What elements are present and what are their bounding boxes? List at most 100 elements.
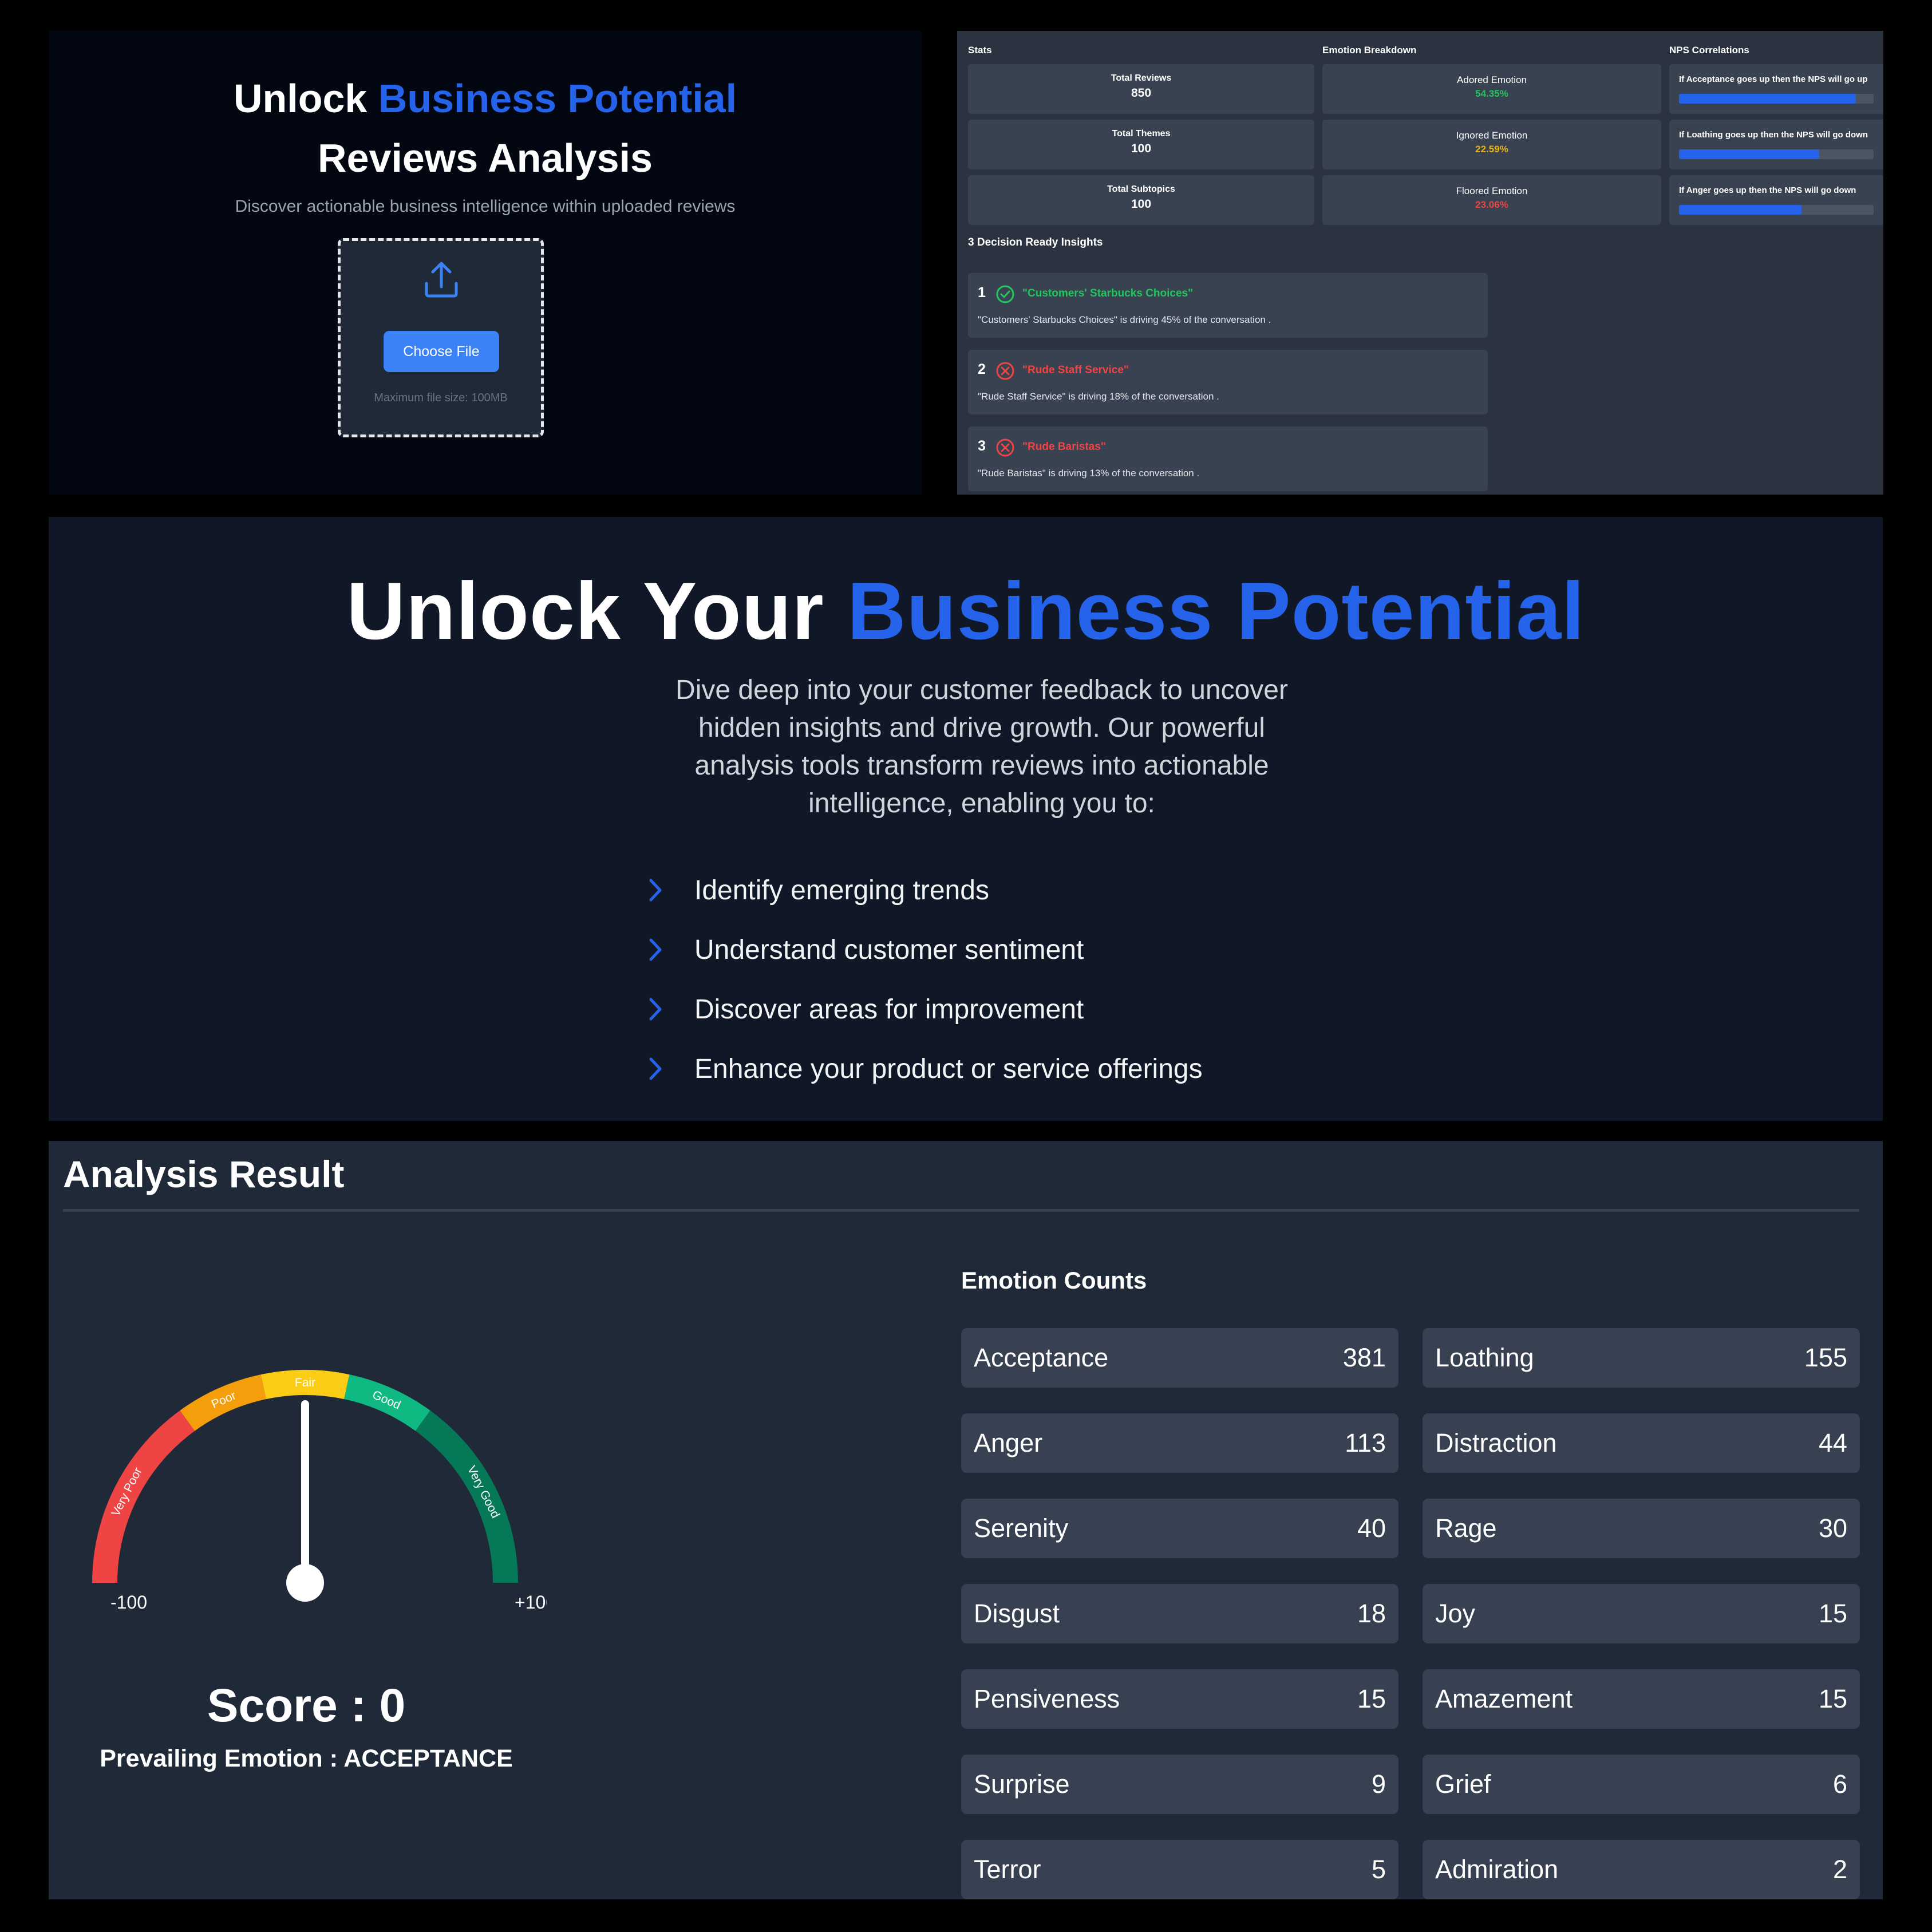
insight-card[interactable]: 3 "Rude Baristas" "Rude Baristas" is dri… — [968, 426, 1488, 491]
max-file-size-text: Maximum file size: 100MB — [374, 392, 508, 404]
nps-card-anger: If Anger goes up then the NPS will go do… — [1669, 175, 1883, 225]
score-text: Score : 0 — [207, 1680, 406, 1732]
hero-paragraph-line: analysis tools transform reviews into ac… — [694, 750, 1269, 781]
stats-heading: Stats — [968, 45, 992, 56]
insight-description: "Customers' Starbucks Choices" is drivin… — [978, 314, 1271, 325]
hero-paragraph: Dive deep into your customer feedback to… — [581, 671, 1382, 823]
emotion-name: Acceptance — [974, 1343, 1109, 1372]
dashboard-panel: Stats Emotion Breakdown NPS Correlations… — [957, 31, 1883, 495]
emotion-count: 15 — [1357, 1684, 1386, 1713]
emotion-count-row: Anger 113 — [961, 1413, 1398, 1473]
score-gauge: Very PoorPoorFairGoodVery Good -100 +100 — [92, 1370, 547, 1613]
emotion-count-row: Joy 15 — [1423, 1584, 1860, 1643]
emotion-count: 18 — [1357, 1599, 1386, 1628]
emotion-name: Anger — [974, 1428, 1043, 1457]
emotion-label: Ignored Emotion — [1456, 130, 1528, 141]
nps-card-loathing: If Loathing goes up then the NPS will go… — [1669, 120, 1883, 169]
upload-panel: Unlock Business Potential Reviews Analys… — [49, 31, 922, 495]
nps-progress-fill — [1679, 94, 1856, 104]
x-circle-icon — [996, 362, 1014, 380]
hero-paragraph-line: Dive deep into your customer feedback to… — [675, 675, 1288, 705]
nps-label: If Anger goes up then the NPS will go do… — [1679, 185, 1856, 195]
emotion-name: Admiration — [1435, 1855, 1559, 1884]
choose-file-button[interactable]: Choose File — [384, 331, 499, 372]
insight-card[interactable]: 1 "Customers' Starbucks Choices" "Custom… — [968, 273, 1488, 338]
nps-label: If Acceptance goes up then the NPS will … — [1679, 74, 1868, 84]
emotion-count: 15 — [1818, 1599, 1847, 1628]
emotion-name: Loathing — [1435, 1343, 1534, 1372]
emotion-card-ignored: Ignored Emotion 22.59% — [1322, 120, 1661, 169]
insight-title: "Rude Baristas" — [1022, 441, 1106, 453]
emotion-name: Surprise — [974, 1769, 1070, 1799]
bullet-text: Identify emerging trends — [694, 875, 989, 906]
emotion-count-row: Pensiveness 15 — [961, 1669, 1398, 1729]
emotion-count: 155 — [1804, 1343, 1847, 1372]
emotion-breakdown-heading: Emotion Breakdown — [1322, 45, 1417, 56]
stat-label: Total Reviews — [1111, 73, 1172, 83]
emotion-count: 9 — [1371, 1769, 1386, 1799]
chevron-right-icon — [649, 938, 662, 961]
hero-title: Unlock Your Business Potential — [49, 563, 1883, 660]
emotion-count-row: Grief 6 — [1423, 1755, 1860, 1814]
emotion-count-row: Rage 30 — [1423, 1499, 1860, 1558]
list-item: Enhance your product or service offering… — [644, 1039, 1203, 1099]
nps-progress-bar — [1679, 149, 1874, 159]
nps-progress-bar — [1679, 205, 1874, 215]
insight-number: 2 — [978, 361, 986, 377]
emotion-count: 44 — [1818, 1428, 1847, 1457]
chevron-right-icon — [649, 998, 662, 1021]
bullet-text: Discover areas for improvement — [694, 994, 1084, 1025]
upload-title: Unlock Business Potential — [49, 70, 922, 127]
emotion-name: Serenity — [974, 1514, 1069, 1543]
stat-value: 100 — [1131, 197, 1152, 211]
stat-value: 100 — [1131, 142, 1152, 155]
nps-label: If Loathing goes up then the NPS will go… — [1679, 130, 1868, 140]
list-item: Identify emerging trends — [644, 860, 1203, 920]
emotion-count-row: Disgust 18 — [961, 1584, 1398, 1643]
upload-title-line2: Reviews Analysis — [318, 136, 653, 180]
analysis-result-panel: Analysis Result Very Poor Poor Fair Good Ver… — [49, 1141, 1883, 1899]
emotion-card-adored: Adored Emotion 54.35% — [1322, 64, 1661, 114]
divider — [63, 1209, 1859, 1212]
nps-correlations-heading: NPS Correlations — [1669, 45, 1749, 56]
page-title: Analysis Result — [63, 1153, 345, 1195]
emotion-count: 113 — [1345, 1428, 1386, 1457]
emotion-count: 5 — [1371, 1855, 1386, 1884]
emotion-card-floored: Floored Emotion 23.06% — [1322, 175, 1661, 225]
emotion-count-row: Amazement 15 — [1423, 1669, 1860, 1729]
insight-description: "Rude Staff Service" is driving 18% of t… — [978, 391, 1219, 402]
check-circle-icon — [996, 285, 1014, 303]
gauge-max-label: +100 — [515, 1592, 547, 1613]
stat-card-total-subtopics: Total Subtopics 100 — [968, 175, 1314, 225]
emotion-count: 381 — [1342, 1343, 1386, 1372]
nps-progress-bar — [1679, 94, 1874, 104]
upload-title-accent: Business Potential — [378, 76, 737, 121]
upload-icon — [425, 262, 458, 298]
stat-value: 850 — [1131, 86, 1152, 100]
stat-label: Total Subtopics — [1107, 184, 1175, 194]
emotion-count-row: Admiration 2 — [1423, 1840, 1860, 1899]
emotion-label: Floored Emotion — [1456, 185, 1528, 196]
hero-title-accent: Business Potential — [847, 566, 1585, 657]
insight-number: 3 — [978, 438, 986, 454]
bullet-text: Enhance your product or service offering… — [694, 1053, 1203, 1084]
x-circle-icon — [996, 438, 1014, 457]
emotion-name: Disgust — [974, 1599, 1060, 1628]
chevron-right-icon — [649, 879, 662, 902]
emotion-name: Terror — [974, 1855, 1041, 1884]
insight-card[interactable]: 2 "Rude Staff Service" "Rude Staff Servi… — [968, 350, 1488, 414]
upload-subtitle: Discover actionable business intelligenc… — [235, 197, 736, 216]
file-dropzone[interactable]: Choose File Maximum file size: 100MB — [338, 238, 544, 437]
insights-heading: 3 Decision Ready Insights — [968, 236, 1103, 248]
bullet-text: Understand customer sentiment — [694, 934, 1084, 965]
emotion-count: 2 — [1832, 1855, 1847, 1884]
emotion-count-row: Surprise 9 — [961, 1755, 1398, 1814]
emotion-name: Amazement — [1435, 1684, 1573, 1713]
nps-card-acceptance: If Acceptance goes up then the NPS will … — [1669, 64, 1883, 114]
emotion-count-row: Distraction 44 — [1423, 1413, 1860, 1473]
emotion-name: Rage — [1435, 1514, 1497, 1543]
emotion-name: Distraction — [1435, 1428, 1557, 1457]
emotion-count-row: Terror 5 — [961, 1840, 1398, 1899]
emotion-label: Adored Emotion — [1457, 74, 1527, 85]
hero-paragraph-line: intelligence, enabling you to: — [808, 788, 1155, 819]
